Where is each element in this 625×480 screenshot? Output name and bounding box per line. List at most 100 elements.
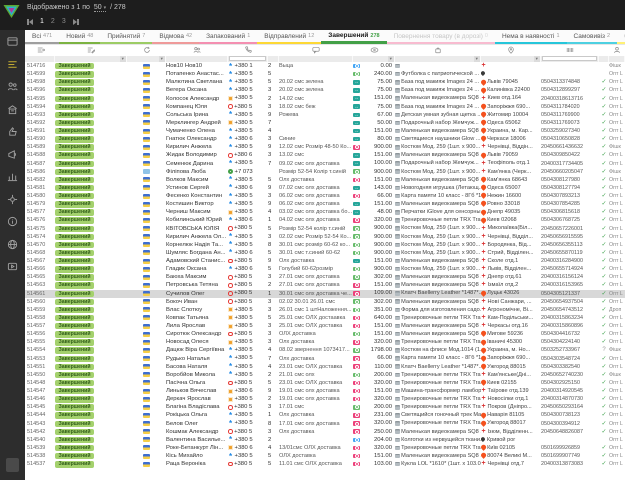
order-row[interactable]: 514538 Завершений Кісь Михайло +380 5 5 … xyxy=(25,452,625,460)
status-tab[interactable]: Самовивіз 2 xyxy=(567,30,618,44)
order-row[interactable]: 514589 Завершений Кирилич Анжела +380 5 … xyxy=(25,143,625,151)
order-row[interactable]: 514586 Завершений Філіпова Люба +7 073 Р… xyxy=(25,168,625,176)
status-tab[interactable]: Прийнятий 7 xyxy=(100,30,152,44)
globe-icon[interactable] xyxy=(4,238,21,251)
app-logo[interactable] xyxy=(3,4,20,19)
order-row[interactable]: 514540 Завершений Валентина Василье... +… xyxy=(25,436,625,444)
order-row[interactable]: 514581 Завершений Устинов Сергей +380 6 … xyxy=(25,184,625,192)
column-id-icon[interactable] xyxy=(25,45,55,55)
column-channel-icon[interactable] xyxy=(127,45,166,55)
page-number-1[interactable]: 1 xyxy=(40,18,44,25)
status-tab[interactable]: Сервіси 0 xyxy=(617,30,625,44)
filter-payment-dropdown[interactable]: ▾ xyxy=(388,56,395,62)
order-row[interactable]: 514565 Завершений Баюха Максим +380 5 3 … xyxy=(25,273,625,281)
clients-icon[interactable] xyxy=(4,80,21,93)
order-row[interactable]: 514555 Завершений Новосад Олеся +380 5 3… xyxy=(25,338,625,346)
page-number-3[interactable]: 3 xyxy=(62,18,66,25)
order-row[interactable]: 514592 Завершений Мерклингер Андрей +380… xyxy=(25,119,625,127)
page-number-2[interactable]: 2 xyxy=(51,18,55,25)
info-icon[interactable] xyxy=(4,215,21,228)
promo-hand-icon[interactable] xyxy=(4,125,21,138)
column-payment-icon[interactable] xyxy=(353,45,395,55)
order-row[interactable]: 514570 Завершений Корнелюк Надія Та... +… xyxy=(25,241,625,249)
column-check[interactable] xyxy=(599,45,609,55)
filter-product-dropdown[interactable]: ▾ xyxy=(474,56,481,62)
order-row[interactable]: 514543 Завершений Белов Олег +380 5 8 17… xyxy=(25,420,625,428)
status-tab[interactable]: Відмова 42 xyxy=(152,30,199,44)
order-row[interactable]: 514568 Завершений Шумляс Богдана Ан... +… xyxy=(25,249,625,257)
order-row[interactable]: 514542 Завершений Кошмак Александр +380 … xyxy=(25,428,625,436)
status-tab[interactable]: Новий 48 xyxy=(59,30,100,44)
order-row[interactable]: 514594 Завершений Компанец Юля +380 5 3 … xyxy=(25,103,625,111)
order-row[interactable]: 514553 Завершений Рудько Наталья +380 5 … xyxy=(25,355,625,363)
order-row[interactable]: 514580 Завершений Фесенко Константин +38… xyxy=(25,192,625,200)
status-tab[interactable]: Всі 471 xyxy=(25,30,59,44)
order-row[interactable]: 514596 Завершений Вегера Оксана +380 5 3… xyxy=(25,86,625,94)
integrations-icon[interactable] xyxy=(4,193,21,206)
order-row[interactable]: 514561 Завершений Сучилов Олег +380 5 1 … xyxy=(25,290,625,298)
orders-list-icon[interactable] xyxy=(4,58,21,71)
order-row[interactable]: 514563 Завершений Петровська Тетяна +380… xyxy=(25,281,625,289)
filter-channel-dropdown[interactable]: ▾ xyxy=(159,56,166,62)
order-row[interactable]: 514579 Завершений Костишин Виктор +380 5… xyxy=(25,200,625,208)
order-row[interactable]: 514547 Завершений Линьков Вячеслав +380 … xyxy=(25,387,625,395)
status-tab[interactable]: Відправлений 12 xyxy=(257,30,321,44)
status-tab[interactable]: Запакований 1 xyxy=(199,30,257,44)
order-row[interactable]: 514590 Завершений Гнатюк Олександр +380 … xyxy=(25,135,625,143)
order-row[interactable]: 514567 Завершений Адамовский Станис... +… xyxy=(25,257,625,265)
order-row[interactable]: 514560 Завершений Бокоч Иван +380 5 3 02… xyxy=(25,298,625,306)
order-row[interactable]: 514599 Завершений Потапенко Анастас... +… xyxy=(25,70,625,78)
order-row[interactable]: 514557 Завершений Лила Ярослав +380 5 3 … xyxy=(25,322,625,330)
video-icon[interactable] xyxy=(4,260,21,273)
order-row[interactable]: 514544 Завершений Рокіцька Ольга +380 5 … xyxy=(25,411,625,419)
column-ttn-icon[interactable] xyxy=(541,45,599,55)
order-row[interactable]: 514551 Завершений Басова Наталя +380 5 4… xyxy=(25,363,625,371)
order-row[interactable]: 514556 Завершений Сиротюк Олександр +380… xyxy=(25,330,625,338)
column-qty[interactable] xyxy=(268,45,279,55)
order-row[interactable]: 514558 Завершений Ковпак Татьяна +380 5 … xyxy=(25,314,625,322)
order-row[interactable]: 514537 Завершений Раца Вероніка +380 5 5… xyxy=(25,460,625,468)
order-row[interactable]: 514554 Завершений Дацюк Віра Сергіївна +… xyxy=(25,346,625,354)
order-row[interactable]: 514598 Завершений Малютина Светлана +380… xyxy=(25,78,625,86)
order-row[interactable]: 514588 Завершений Жидак Володимир +380 6… xyxy=(25,151,625,159)
order-row[interactable]: 514539 Завершений Роке-Бетанкурт Лін... … xyxy=(25,444,625,452)
order-row[interactable]: 514576 Завершений Кобилинський Юрий +380… xyxy=(25,216,625,224)
order-row[interactable]: 514548 Завершений Пасічна Ольга +380 5 5… xyxy=(25,379,625,387)
order-row[interactable]: 514595 Завершений Колосок Александр +380… xyxy=(25,95,625,103)
stats-icon[interactable] xyxy=(4,170,21,183)
order-row[interactable]: 514545 Завершений Благіна Владіслава +38… xyxy=(25,403,625,411)
column-comment-icon[interactable] xyxy=(279,45,353,55)
status-tab[interactable]: Завершений 278 xyxy=(321,30,386,44)
column-delivery-icon[interactable] xyxy=(481,45,541,55)
order-row[interactable]: 514593 Завершений Сольська Ірина +380 5 … xyxy=(25,111,625,119)
warehouse-icon[interactable] xyxy=(4,103,21,116)
sidebar-scroll-thumb[interactable] xyxy=(6,458,19,472)
order-row[interactable]: 514582 Завершений Волков Максим +380 5 5… xyxy=(25,176,625,184)
filter-status-dropdown[interactable]: ▾ xyxy=(120,56,127,62)
column-product-icon[interactable] xyxy=(395,45,481,55)
order-row[interactable]: 514559 Завершений Влас Слотюу +380 5 3 2… xyxy=(25,306,625,314)
filter-city-dropdown[interactable]: ▾ xyxy=(534,56,541,62)
first-page-button[interactable] xyxy=(27,19,33,25)
window-icon[interactable] xyxy=(4,35,21,48)
order-row[interactable]: 514587 Завершений Семенюк Дарина +380 5 … xyxy=(25,160,625,168)
status-tab[interactable]: Повернення товару (в дорозі) 0 xyxy=(387,30,495,44)
ttn-filter-input[interactable] xyxy=(542,56,597,61)
column-status-icon[interactable] xyxy=(55,45,127,55)
column-phone-icon[interactable] xyxy=(228,45,268,55)
last-page-button[interactable] xyxy=(73,19,79,25)
order-row[interactable]: 514566 Завершений Гладик Оксана +380 6 5… xyxy=(25,265,625,273)
order-row[interactable]: 514716 Завершений Нов10 Нов10 +380 1 2 В… xyxy=(25,62,625,70)
status-tab[interactable]: Нема в наявності 1 xyxy=(495,30,567,44)
order-row[interactable]: 514575 Завершений КВІТОВСЬКА ЮЛІЯ +380 5… xyxy=(25,225,625,233)
order-row[interactable]: 514574 Завершений Кирилич Анжела Ол... +… xyxy=(25,233,625,241)
order-row[interactable]: 514550 Завершений Воробйов Микола +380 5… xyxy=(25,371,625,379)
megaphone-icon[interactable] xyxy=(4,148,21,161)
order-row[interactable]: 514546 Завершений Деркач Ярослав +380 5 … xyxy=(25,395,625,403)
page-size-dropdown[interactable]: 50 ▾ xyxy=(94,4,106,12)
column-client-icon[interactable] xyxy=(166,45,228,55)
phone-filter-input[interactable] xyxy=(229,56,266,61)
column-client-type-icon[interactable] xyxy=(609,45,625,55)
order-row[interactable]: 514591 Завершений Чумаченко Олена +380 5… xyxy=(25,127,625,135)
order-row[interactable]: 514577 Завершений Черниш Максим +380 5 4… xyxy=(25,208,625,216)
